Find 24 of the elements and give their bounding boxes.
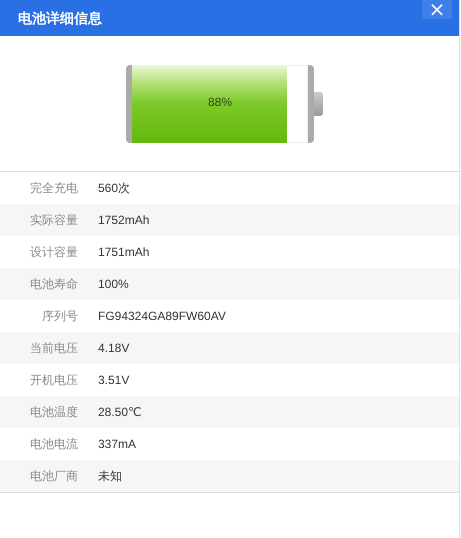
detail-label: 实际容量 [29, 212, 78, 228]
detail-label: 序列号 [41, 308, 78, 324]
detail-value: 3.51V [98, 373, 130, 387]
detail-label: 完全充电 [29, 180, 78, 196]
detail-label: 电池寿命 [29, 276, 78, 292]
detail-label: 开机电压 [29, 372, 78, 388]
detail-value: 4.18V [98, 341, 130, 355]
battery-terminal [314, 92, 323, 116]
detail-label: 电池厂商 [29, 468, 78, 484]
detail-value: 1752mAh [98, 213, 150, 227]
detail-value: 1751mAh [98, 245, 150, 259]
detail-value: 560次 [98, 180, 130, 196]
close-button[interactable]: × [422, 0, 452, 19]
detail-label: 设计容量 [29, 244, 78, 260]
detail-label: 电池电流 [29, 436, 78, 452]
detail-value: 337mA [98, 437, 136, 451]
detail-value: 28.50℃ [98, 405, 142, 419]
detail-value: 100% [98, 277, 129, 291]
detail-label: 电池温度 [29, 404, 78, 420]
charge-percent: 88% [206, 95, 234, 109]
detail-value: 未知 [98, 468, 122, 484]
detail-value: FG94324GA89FW60AV [98, 309, 226, 323]
window-title: 电池详细信息 [17, 9, 102, 28]
detail-label: 当前电压 [29, 340, 78, 356]
